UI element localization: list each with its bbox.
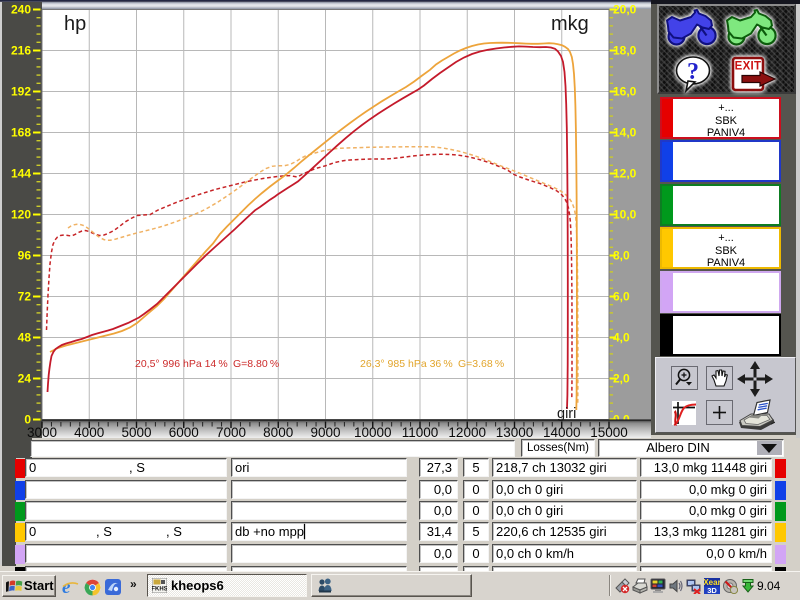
svg-text:G=8.80 %: G=8.80 % (233, 358, 279, 370)
svg-text:20,0: 20,0 (613, 3, 637, 17)
svg-text:hp: hp (64, 13, 86, 35)
svg-text:14,0: 14,0 (613, 126, 637, 140)
svg-text:168: 168 (11, 126, 31, 140)
svg-text:144: 144 (11, 167, 31, 181)
svg-text:12,0: 12,0 (613, 167, 637, 181)
svg-text:giri: giri (557, 406, 576, 422)
svg-text:EXIT: EXIT (735, 61, 762, 73)
svg-text:96: 96 (18, 249, 32, 263)
svg-text:216: 216 (11, 44, 31, 58)
svg-text:24: 24 (18, 372, 32, 386)
svg-text:120: 120 (11, 208, 31, 222)
svg-text:72: 72 (18, 290, 32, 304)
svg-text:20,5° 996 hPa 14 %: 20,5° 996 hPa 14 % (135, 358, 228, 370)
svg-text:FKHS: FKHS (152, 587, 167, 593)
svg-text:18,0: 18,0 (613, 44, 637, 58)
svg-text:16,0: 16,0 (613, 85, 637, 99)
svg-text:mkg: mkg (551, 13, 589, 35)
svg-text:3D: 3D (707, 586, 717, 594)
svg-text:192: 192 (11, 85, 31, 99)
svg-text:10,0: 10,0 (613, 208, 637, 222)
svg-text:240: 240 (11, 3, 31, 17)
svg-text:26,3° 985 hPa 36 %: 26,3° 985 hPa 36 % (360, 358, 453, 370)
svg-text:?: ? (687, 59, 699, 85)
svg-text:48: 48 (18, 331, 32, 345)
svg-text:G=3.68 %: G=3.68 % (458, 358, 504, 370)
